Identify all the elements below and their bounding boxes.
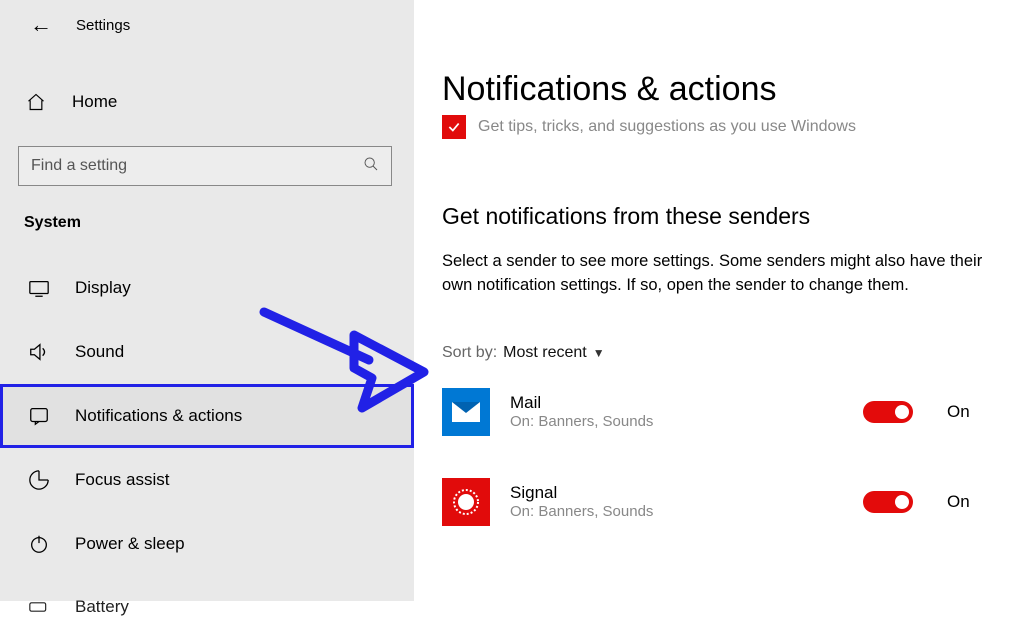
sidebar-item-label: Power & sleep (75, 534, 185, 554)
sort-by[interactable]: Sort by: Most recent ▼ (442, 344, 1000, 362)
sidebar-item-power[interactable]: Power & sleep (0, 512, 414, 576)
back-arrow-icon[interactable]: ← (30, 14, 52, 36)
settings-title: Settings (76, 17, 130, 34)
sidebar-item-sound[interactable]: Sound (0, 320, 414, 384)
page-title: Notifications & actions (442, 70, 1000, 109)
sidebar-item-notifications[interactable]: Notifications & actions (0, 384, 414, 448)
search-wrap (0, 146, 414, 186)
toggle-signal[interactable] (863, 491, 913, 513)
sidebar-item-label: Sound (75, 342, 124, 362)
header-row: ← Settings (0, 0, 414, 48)
toggle-mail[interactable] (863, 401, 913, 423)
sender-text: Mail On: Banners, Sounds (510, 393, 843, 430)
sender-text: Signal On: Banners, Sounds (510, 483, 843, 520)
sidebar-item-battery[interactable]: Battery (0, 576, 414, 620)
sender-sub: On: Banners, Sounds (510, 503, 843, 520)
sort-label: Sort by: (442, 344, 497, 362)
display-icon (27, 277, 51, 299)
sort-value: Most recent (503, 344, 587, 362)
sidebar-item-label: Focus assist (75, 470, 169, 490)
home-label: Home (72, 92, 117, 112)
main: Notifications & actions Get tips, tricks… (414, 0, 1024, 601)
sender-signal[interactable]: Signal On: Banners, Sounds On (442, 478, 977, 526)
sender-sub: On: Banners, Sounds (510, 413, 843, 430)
sidebar-item-label: Display (75, 278, 131, 298)
power-icon (27, 533, 51, 555)
toggle-label: On (947, 492, 977, 512)
signal-icon (442, 478, 490, 526)
search-input[interactable] (31, 157, 363, 175)
search-icon (363, 156, 379, 177)
battery-icon (27, 602, 51, 612)
sender-mail[interactable]: Mail On: Banners, Sounds On (442, 388, 977, 436)
notifications-icon (27, 405, 51, 427)
tips-label: Get tips, tricks, and suggestions as you… (478, 118, 856, 136)
sidebar-item-label: Notifications & actions (75, 406, 242, 426)
home-icon (24, 92, 48, 112)
section-desc: Select a sender to see more settings. So… (442, 250, 1000, 298)
tips-row[interactable]: Get tips, tricks, and suggestions as you… (442, 115, 1000, 139)
focus-icon (27, 469, 51, 491)
sender-name: Signal (510, 483, 843, 503)
section-title: Get notifications from these senders (442, 203, 1000, 230)
sender-name: Mail (510, 393, 843, 413)
sidebar-item-display[interactable]: Display (0, 256, 414, 320)
sidebar-item-focus[interactable]: Focus assist (0, 448, 414, 512)
mail-icon (442, 388, 490, 436)
sound-icon (27, 341, 51, 363)
toggle-label: On (947, 402, 977, 422)
search-box[interactable] (18, 146, 392, 186)
chevron-down-icon: ▼ (593, 346, 605, 360)
checkbox-icon[interactable] (442, 115, 466, 139)
sidebar-item-label: Battery (75, 597, 129, 617)
sidebar: ← Settings Home System Display Sound (0, 0, 414, 601)
category-title: System (0, 186, 414, 244)
home-nav[interactable]: Home (0, 76, 414, 128)
